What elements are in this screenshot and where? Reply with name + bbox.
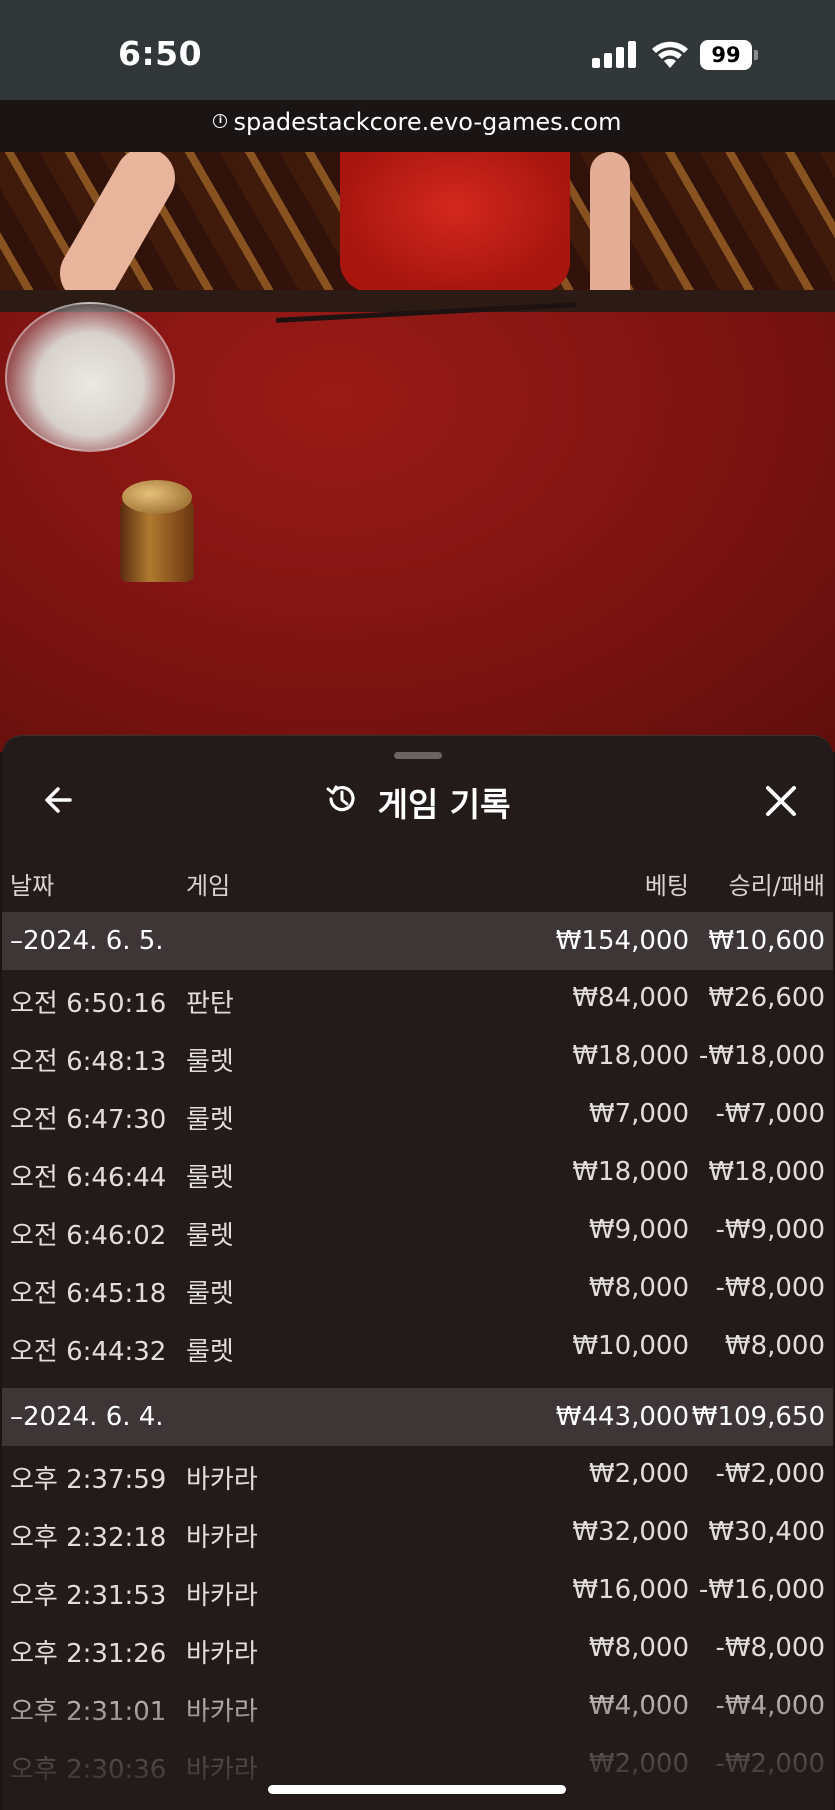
dealer (340, 152, 570, 292)
row-game: 바카라 (186, 1581, 258, 1611)
date-group-header[interactable]: –2024. 6. 4. ₩443,000 ₩109,650 (2, 1388, 833, 1446)
row-game: 판탄 (186, 989, 234, 1019)
row-result: -₩18,000 (698, 1041, 825, 1071)
column-header-date: 날짜 (10, 872, 55, 900)
row-bet: ₩7,000 (588, 1099, 689, 1129)
row-time: 오후 2:30:36 (10, 1755, 167, 1785)
row-result: -₩16,000 (698, 1575, 825, 1605)
history-row[interactable]: 오후 2:32:18 바카라 ₩32,000 ₩30,400 (2, 1504, 833, 1562)
row-game: 바카라 (186, 1465, 258, 1495)
row-time: 오전 6:50:16 (10, 989, 167, 1019)
info-icon[interactable]: i (213, 114, 228, 128)
close-button[interactable] (758, 778, 804, 824)
home-indicator[interactable] (268, 1785, 566, 1794)
row-bet: ₩10,000 (572, 1331, 689, 1361)
row-time: 오전 6:45:18 (10, 1279, 167, 1309)
sheet-title: 게임 기록 (377, 785, 511, 824)
row-bet: ₩8,000 (588, 1273, 689, 1303)
row-bet: ₩4,000 (588, 1691, 689, 1721)
row-time: 오후 2:31:26 (10, 1639, 167, 1669)
group-result-total: ₩109,650 (691, 1402, 825, 1432)
group-bet-total: ₩443,000 (555, 1402, 689, 1432)
row-result: ₩30,400 (708, 1517, 825, 1547)
close-icon (766, 786, 796, 816)
sheet-header: 게임 기록 (2, 778, 833, 826)
row-time: 오후 2:31:01 (10, 1697, 167, 1727)
history-row[interactable]: 오후 2:31:26 바카라 ₩8,000 -₩8,000 (2, 1620, 833, 1678)
row-time: 오전 6:47:30 (10, 1105, 167, 1135)
row-result: -₩8,000 (715, 1633, 825, 1663)
group-bet-total: ₩154,000 (555, 926, 689, 956)
cellular-signal-icon (592, 40, 636, 68)
row-bet: ₩16,000 (572, 1575, 689, 1605)
history-row[interactable]: 오전 6:48:13 룰렛 ₩18,000 -₩18,000 (2, 1028, 833, 1086)
row-bet: ₩32,000 (572, 1517, 689, 1547)
row-game: 룰렛 (186, 1163, 234, 1193)
row-time: 오전 6:48:13 (10, 1047, 167, 1077)
row-game: 룰렛 (186, 1337, 234, 1367)
url-text: spadestackcore.evo-games.com (233, 108, 622, 136)
bead-dome (5, 302, 175, 452)
row-result: ₩8,000 (724, 1331, 825, 1361)
history-row[interactable]: 오전 6:46:44 룰렛 ₩18,000 ₩18,000 (2, 1144, 833, 1202)
group-date: –2024. 6. 5. (10, 926, 164, 956)
row-time: 오후 2:37:59 (10, 1465, 167, 1495)
row-time: 오후 2:32:18 (10, 1523, 167, 1553)
row-bet: ₩8,000 (588, 1633, 689, 1663)
history-row[interactable]: 오후 2:31:53 바카라 ₩16,000 -₩16,000 (2, 1562, 833, 1620)
row-time: 오후 2:31:53 (10, 1581, 167, 1611)
row-result: -₩9,000 (715, 1215, 825, 1245)
row-game: 바카라 (186, 1639, 258, 1669)
drag-handle[interactable] (394, 752, 442, 759)
group-date: –2024. 6. 4. (10, 1402, 164, 1432)
row-bet: ₩18,000 (572, 1041, 689, 1071)
row-result: ₩26,600 (708, 983, 825, 1013)
row-bet: ₩9,000 (588, 1215, 689, 1245)
row-game: 룰렛 (186, 1105, 234, 1135)
game-history-sheet: 게임 기록 날짜 게임 베팅 승리/패배 –2024. 6. 5. ₩154,0… (2, 735, 833, 1810)
history-row[interactable]: 오전 6:46:02 룰렛 ₩9,000 -₩9,000 (2, 1202, 833, 1260)
history-row[interactable]: 오전 6:50:16 판탄 ₩84,000 ₩26,600 (2, 970, 833, 1028)
row-time: 오전 6:46:02 (10, 1221, 167, 1251)
row-result: -₩7,000 (715, 1099, 825, 1129)
column-header-result: 승리/패배 (728, 872, 825, 900)
row-result: -₩8,000 (715, 1273, 825, 1303)
history-row[interactable]: 오후 2:31:01 바카라 ₩4,000 -₩4,000 (2, 1678, 833, 1736)
row-result: -₩2,000 (715, 1459, 825, 1489)
history-row[interactable]: 오전 6:45:18 룰렛 ₩8,000 -₩8,000 (2, 1260, 833, 1318)
history-row[interactable]: 오후 2:37:59 바카라 ₩2,000 -₩2,000 (2, 1446, 833, 1504)
history-row[interactable]: 오전 6:47:30 룰렛 ₩7,000 -₩7,000 (2, 1086, 833, 1144)
status-bar: 6:50 99 i spadestackcore.evo-games.com (0, 0, 835, 136)
row-game: 룰렛 (186, 1221, 234, 1251)
row-game: 룰렛 (186, 1279, 234, 1309)
row-time: 오전 6:46:44 (10, 1163, 167, 1193)
battery-icon: 99 (700, 40, 758, 70)
status-time: 6:50 (118, 34, 203, 73)
wifi-icon (652, 41, 688, 68)
row-result: -₩4,000 (715, 1691, 825, 1721)
row-result: ₩18,000 (708, 1157, 825, 1187)
address-bar[interactable]: i spadestackcore.evo-games.com (0, 108, 835, 136)
row-game: 바카라 (186, 1755, 258, 1785)
column-header-game: 게임 (186, 872, 231, 900)
group-result-total: ₩10,600 (708, 926, 825, 956)
battery-level: 99 (700, 40, 752, 70)
row-bet: ₩2,000 (588, 1749, 689, 1779)
history-row[interactable]: 오전 6:44:32 룰렛 ₩10,000 ₩8,000 (2, 1318, 833, 1376)
row-bet: ₩2,000 (588, 1459, 689, 1489)
history-icon (326, 785, 356, 812)
row-bet: ₩84,000 (572, 983, 689, 1013)
row-game: 바카라 (186, 1523, 258, 1553)
row-game: 바카라 (186, 1697, 258, 1727)
row-bet: ₩18,000 (572, 1157, 689, 1187)
date-group-header[interactable]: –2024. 6. 5. ₩154,000 ₩10,600 (2, 912, 833, 970)
column-header-bet: 베팅 (644, 872, 689, 900)
row-time: 오전 6:44:32 (10, 1337, 167, 1367)
row-game: 룰렛 (186, 1047, 234, 1077)
live-video-feed[interactable] (0, 152, 835, 752)
row-result: -₩2,000 (715, 1749, 825, 1779)
